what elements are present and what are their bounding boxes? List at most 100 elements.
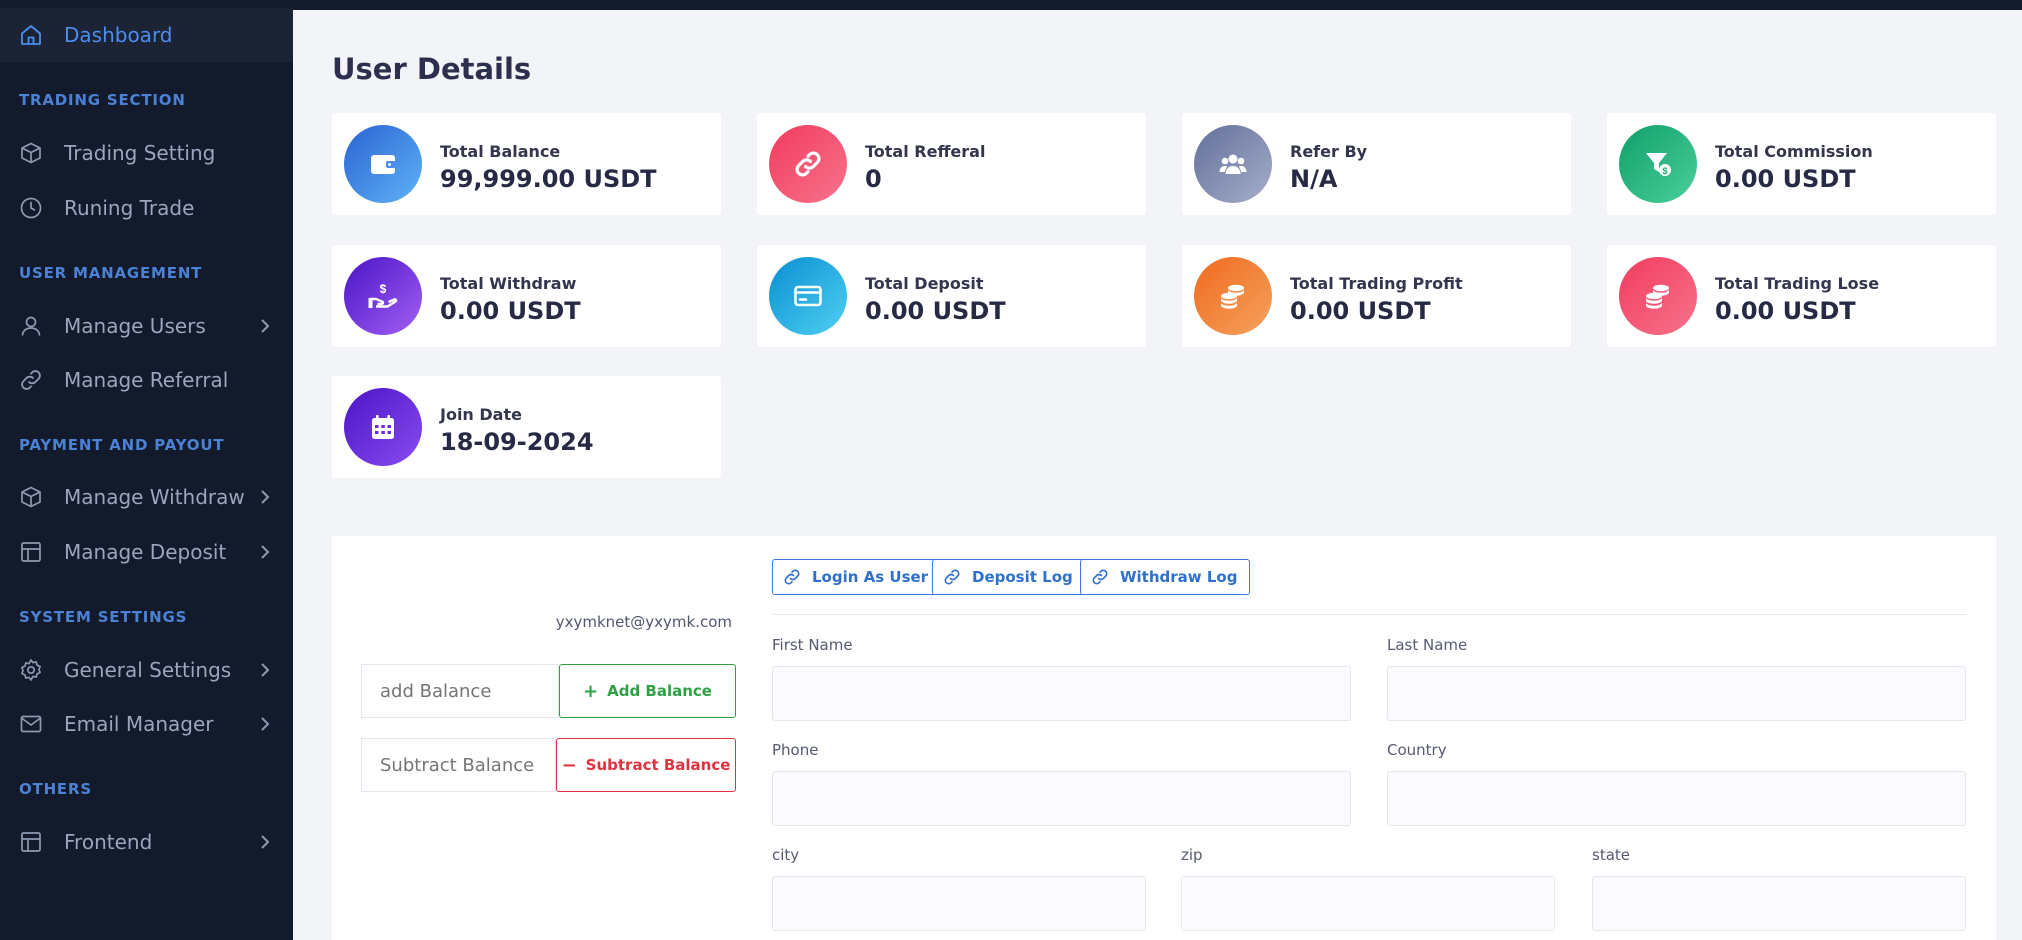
sidebar-item-manage-deposit[interactable]: Manage Deposit: [0, 525, 293, 579]
add-balance-input[interactable]: [361, 664, 559, 718]
country-label: Country: [1387, 741, 1447, 759]
stat-label: Total Balance: [440, 142, 561, 161]
link-icon: [1092, 569, 1108, 585]
chevron-right-icon: [261, 490, 270, 504]
svg-text:$: $: [380, 282, 387, 296]
add-balance-label: Add Balance: [607, 682, 712, 700]
first-name-label: First Name: [772, 636, 853, 654]
stat-card-total-withdraw: $ Total Withdraw 0.00 USDT: [332, 245, 721, 347]
login-as-user-button[interactable]: Login As User: [772, 559, 942, 595]
calendar-icon: [344, 388, 422, 466]
sidebar-item-label: Dashboard: [64, 23, 173, 47]
stat-label: Refer By: [1290, 142, 1368, 161]
plus-icon: +: [583, 680, 599, 702]
sidebar-item-manage-withdraw[interactable]: Manage Withdraw: [0, 470, 293, 524]
zip-field[interactable]: [1181, 876, 1555, 931]
city-field[interactable]: [772, 876, 1146, 931]
stat-value: 0: [865, 165, 882, 193]
stat-value: 99,999.00 USDT: [440, 165, 657, 193]
sidebar-item-label: Email Manager: [64, 712, 214, 736]
sidebar-item-manage-users[interactable]: Manage Users: [0, 299, 293, 353]
stat-card-total-balance: Total Balance 99,999.00 USDT: [332, 113, 721, 215]
link-icon: [944, 569, 960, 585]
add-balance-button[interactable]: + Add Balance: [559, 664, 736, 718]
stat-card-total-deposit: Total Deposit 0.00 USDT: [757, 245, 1146, 347]
stat-value: 0.00 USDT: [1290, 297, 1431, 325]
stat-card-total-trading-lose: Total Trading Lose 0.00 USDT: [1607, 245, 1996, 347]
stat-card-total-commission: $ Total Commission 0.00 USDT: [1607, 113, 1996, 215]
stat-label: Total Refferal: [865, 142, 986, 161]
subtract-balance-button[interactable]: − Subtract Balance: [556, 738, 736, 792]
sidebar-item-label: General Settings: [64, 658, 232, 682]
state-label: state: [1592, 846, 1630, 864]
mail-icon: [20, 715, 42, 733]
sidebar-item-label: Manage Deposit: [64, 540, 227, 564]
deposit-log-button[interactable]: Deposit Log: [932, 559, 1086, 595]
link-icon: [769, 125, 847, 203]
sidebar-item-running-trade[interactable]: Runing Trade: [0, 181, 293, 235]
sidebar-item-manage-referral[interactable]: Manage Referral: [0, 353, 293, 407]
stat-card-total-referral: Total Refferal 0: [757, 113, 1146, 215]
sidebar-item-label: Frontend: [64, 830, 153, 854]
section-title-others: OTHERS: [19, 780, 92, 798]
hand-dollar-icon: $: [344, 257, 422, 335]
cube-icon: [21, 486, 41, 508]
chevron-right-icon: [261, 717, 270, 731]
sidebar-item-label: Trading Setting: [64, 141, 216, 165]
subtract-balance-input[interactable]: [361, 738, 556, 792]
gear-icon: [21, 659, 41, 681]
section-title-users: USER MANAGEMENT: [19, 264, 203, 282]
first-name-field[interactable]: [772, 666, 1351, 721]
withdraw-log-button[interactable]: Withdraw Log: [1080, 559, 1251, 595]
stat-label: Total Trading Profit: [1290, 274, 1463, 293]
stat-value: 0.00 USDT: [1715, 165, 1856, 193]
sidebar-item-label: Runing Trade: [64, 196, 195, 220]
funnel-dollar-icon: $: [1619, 125, 1697, 203]
sidebar-item-email-manager[interactable]: Email Manager: [0, 697, 293, 751]
chevron-right-icon: [261, 319, 270, 333]
zip-label: zip: [1181, 846, 1203, 864]
stat-card-refer-by: Refer By N/A: [1182, 113, 1571, 215]
sidebar-item-frontend[interactable]: Frontend: [0, 815, 293, 869]
divider: [772, 614, 1966, 615]
sidebar: Dashboard TRADING SECTION Trading Settin…: [0, 0, 293, 940]
deposit-log-label: Deposit Log: [972, 568, 1073, 586]
stat-label: Join Date: [440, 405, 522, 424]
clock-icon: [20, 197, 42, 219]
sidebar-item-dashboard[interactable]: Dashboard: [0, 8, 293, 62]
country-field[interactable]: [1387, 771, 1966, 826]
subtract-balance-label: Subtract Balance: [585, 756, 731, 774]
sidebar-item-general-settings[interactable]: General Settings: [0, 643, 293, 697]
state-field[interactable]: [1592, 876, 1966, 931]
link-icon: [21, 370, 41, 390]
coins-icon: [1194, 257, 1272, 335]
wallet-icon: [344, 125, 422, 203]
stat-card-total-trading-profit: Total Trading Profit 0.00 USDT: [1182, 245, 1571, 347]
section-title-system: SYSTEM SETTINGS: [19, 608, 188, 626]
last-name-field[interactable]: [1387, 666, 1966, 721]
home-icon: [21, 25, 41, 45]
coins-icon: [1619, 257, 1697, 335]
sidebar-item-label: Manage Referral: [64, 368, 229, 392]
city-label: city: [772, 846, 800, 864]
phone-label: Phone: [772, 741, 819, 759]
chevron-right-icon: [261, 663, 270, 677]
page-title: User Details: [332, 52, 532, 86]
sidebar-item-trading-setting[interactable]: Trading Setting: [0, 126, 293, 180]
top-bar: [293, 0, 2022, 10]
withdraw-log-label: Withdraw Log: [1120, 568, 1238, 586]
link-icon: [784, 569, 800, 585]
phone-field[interactable]: [772, 771, 1351, 826]
chevron-right-icon: [261, 545, 270, 559]
stat-label: Total Commission: [1715, 142, 1873, 161]
login-as-user-label: Login As User: [812, 568, 929, 586]
credit-card-icon: [769, 257, 847, 335]
cube-icon: [21, 142, 41, 164]
section-title-trading: TRADING SECTION: [19, 91, 186, 109]
stat-card-join-date: Join Date 18-09-2024: [332, 376, 721, 478]
stat-value: 0.00 USDT: [865, 297, 1006, 325]
last-name-label: Last Name: [1387, 636, 1468, 654]
stat-label: Total Deposit: [865, 274, 984, 293]
chevron-right-icon: [261, 835, 270, 849]
user-email: yxymknet@yxymk.com: [555, 613, 732, 631]
